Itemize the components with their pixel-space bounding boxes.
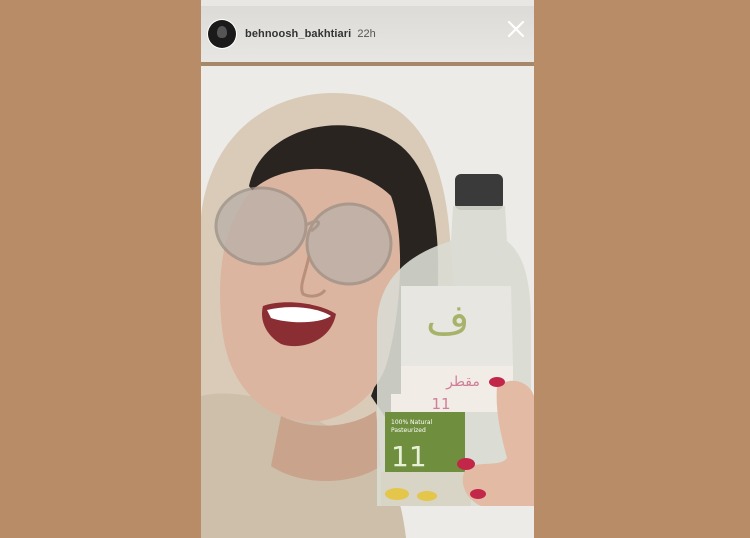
username[interactable]: behnoosh_bakhtiari (245, 28, 351, 40)
bottle-label-line2: 11 (431, 395, 450, 413)
story-media[interactable]: ف مقطر 11 100% Natural Pasteurized 11 (201, 66, 534, 538)
profile-avatar[interactable] (208, 20, 236, 48)
close-button[interactable] (506, 19, 526, 39)
bottle-label-line1: مقطر (445, 374, 480, 390)
story-viewer[interactable]: behnoosh_bakhtiari 22h ف مقطر 11 100% Na… (201, 0, 534, 538)
close-icon (507, 20, 525, 38)
post-time: 22h (357, 28, 376, 40)
bottle-big-number: 11 (391, 440, 427, 473)
bottle-brand-mark: ف (426, 295, 470, 344)
bottle-percent: 100% Natural (391, 419, 433, 426)
story-header: behnoosh_bakhtiari 22h (201, 6, 534, 62)
story-photo: ف مقطر 11 100% Natural Pasteurized 11 (201, 66, 534, 538)
bottle-percent-sub: Pasteurized (391, 427, 426, 434)
